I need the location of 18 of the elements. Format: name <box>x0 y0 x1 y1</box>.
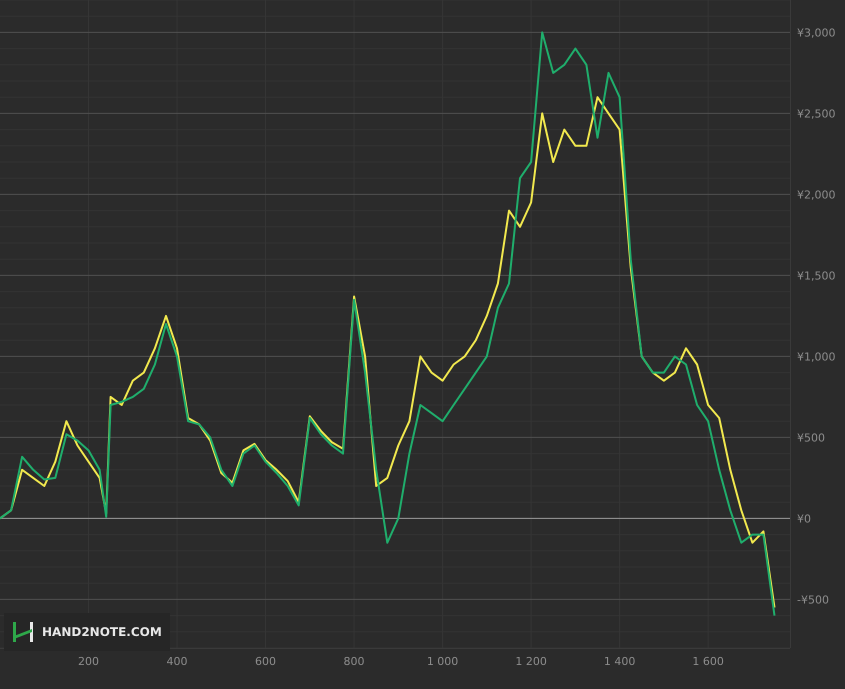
x-tick-label: 600 <box>255 655 276 668</box>
y-tick-label: ¥0 <box>797 512 811 526</box>
x-tick-label: 1 400 <box>604 655 636 668</box>
y-tick-label: ¥500 <box>797 431 825 444</box>
y-tick-label: ¥1,500 <box>797 269 836 282</box>
x-tick-label: 800 <box>344 655 365 668</box>
y-tick-label: ¥2,000 <box>797 188 836 202</box>
logo-text: HAND2NOTE.COM <box>42 624 162 641</box>
x-tick-label: 200 <box>78 655 100 668</box>
logo-icon <box>12 621 34 643</box>
x-tick-label: 400 <box>166 655 188 668</box>
y-tick-label: ¥1,000 <box>797 350 836 364</box>
x-tick-label: 1 200 <box>515 655 547 668</box>
y-tick-label: -¥500 <box>797 593 829 606</box>
x-tick-label: 1 600 <box>692 655 724 668</box>
x-tick-label: 1 000 <box>426 655 458 668</box>
y-tick-label: ¥2,500 <box>797 107 836 120</box>
y-tick-label: ¥3,000 <box>797 26 836 40</box>
